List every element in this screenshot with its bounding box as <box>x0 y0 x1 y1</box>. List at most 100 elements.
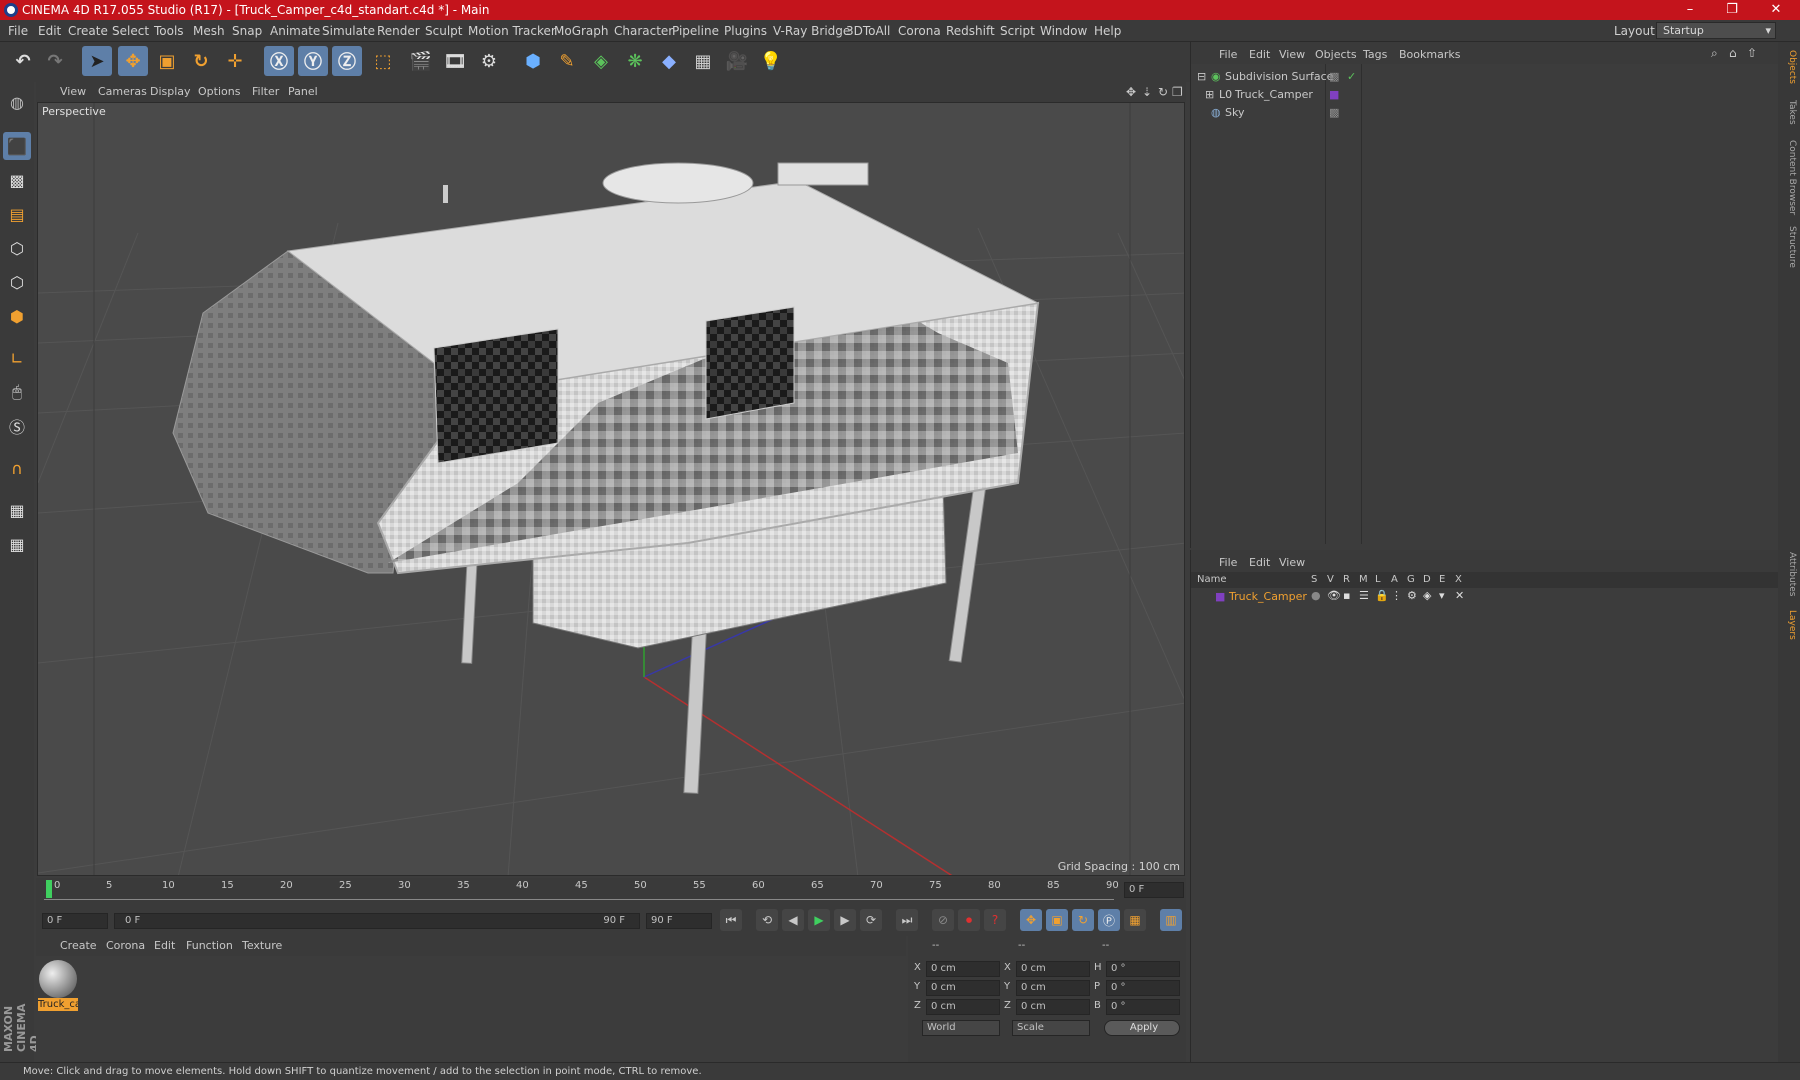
viewport-rotate-icon[interactable]: ↻ <box>1158 85 1168 99</box>
scale-tool-icon[interactable]: ▣ <box>152 46 182 76</box>
menu-corona[interactable]: Corona <box>898 24 941 38</box>
material-menu-edit[interactable]: Edit <box>154 939 175 952</box>
layout-dropdown[interactable]: Startup ▾ <box>1656 22 1776 39</box>
viewport-zoom-icon[interactable]: ⇣ <box>1142 85 1152 99</box>
redo-icon[interactable]: ↷ <box>40 46 70 76</box>
menu-file[interactable]: File <box>8 24 28 38</box>
object-row-subdivision-surface[interactable]: ⊟ ◉ Subdivision Surface ▩ ✓ <box>1191 68 1779 86</box>
menu-character[interactable]: Character <box>614 24 673 38</box>
menu-render[interactable]: Render <box>377 24 420 38</box>
current-frame-field[interactable]: 0 F <box>1124 882 1184 898</box>
floor-icon[interactable]: ▦ <box>688 46 718 76</box>
cloner-icon[interactable]: ❋ <box>620 46 650 76</box>
render-settings-icon[interactable]: ⚙ <box>474 46 504 76</box>
enabled-check-icon[interactable]: ✓ <box>1347 68 1356 86</box>
axis-mode-icon[interactable]: ∟ <box>3 344 31 372</box>
menu-tools[interactable]: Tools <box>154 24 184 38</box>
expressions-icon[interactable]: ▾ <box>1439 589 1445 602</box>
start-frame-field[interactable]: 0 F <box>42 913 108 929</box>
collapse-icon[interactable]: ⊟ <box>1197 68 1206 86</box>
z-axis-icon[interactable]: Ⓩ <box>332 46 362 76</box>
previous-frame-icon[interactable]: ◀ <box>782 909 804 931</box>
play-icon[interactable]: ▶ <box>808 909 830 931</box>
size-z-field[interactable]: 0 cm <box>1016 999 1090 1015</box>
rotation-b-field[interactable]: 0 ° <box>1106 999 1180 1015</box>
search-icon[interactable]: ⌕ <box>1711 46 1718 61</box>
layer-color-swatch[interactable]: ■ <box>1215 590 1225 603</box>
tab-structure[interactable]: Structure <box>1781 226 1797 268</box>
key-rotation-icon[interactable]: ↻ <box>1072 909 1094 931</box>
x-axis-icon[interactable]: Ⓧ <box>264 46 294 76</box>
tab-content-browser[interactable]: Content Browser <box>1781 140 1797 215</box>
visible-icon[interactable]: 👁 <box>1327 589 1341 602</box>
position-y-field[interactable]: 0 cm <box>926 980 1000 996</box>
layer-swatch[interactable]: ▩ <box>1329 104 1339 122</box>
object-row-truck-camper[interactable]: ⊞ L0 Truck_Camper ■ <box>1191 86 1779 104</box>
position-x-field[interactable]: 0 cm <box>926 961 1000 977</box>
next-key-icon[interactable]: ⟳ <box>860 909 882 931</box>
viewport-menu-display[interactable]: Display <box>150 85 191 98</box>
go-to-start-icon[interactable]: ⏮ <box>720 909 742 931</box>
object-name[interactable]: Subdivision Surface <box>1225 68 1333 86</box>
layers-menu-edit[interactable]: Edit <box>1249 556 1270 569</box>
objects-menu-file[interactable]: File <box>1219 48 1237 61</box>
viewport-menu-panel[interactable]: Panel <box>288 85 318 98</box>
deformer-icon[interactable]: ◆ <box>654 46 684 76</box>
menu-redshift[interactable]: Redshift <box>946 24 995 38</box>
menu-create[interactable]: Create <box>68 24 108 38</box>
menu-vray-bridge[interactable]: V-Ray Bridge <box>773 24 850 38</box>
make-editable-icon[interactable]: ◍ <box>3 88 31 116</box>
transform-tool-icon[interactable]: ✛ <box>220 46 250 76</box>
tab-objects[interactable]: Objects <box>1781 50 1797 84</box>
menu-sculpt[interactable]: Sculpt <box>425 24 462 38</box>
menu-animate[interactable]: Animate <box>270 24 320 38</box>
menu-select[interactable]: Select <box>112 24 149 38</box>
tab-layers[interactable]: Layers <box>1781 610 1797 640</box>
manager-icon[interactable]: ☰ <box>1359 589 1369 602</box>
layer-row[interactable]: ■ Truck_Camper ● 👁 ▪ ☰ 🔒 ⋮ ⚙ ◈ ▾ ✕ <box>1191 588 1779 606</box>
go-to-end-icon[interactable]: ⏭ <box>896 909 918 931</box>
size-x-field[interactable]: 0 cm <box>1016 961 1090 977</box>
material-menu-create[interactable]: Create <box>60 939 97 952</box>
render-picture-viewer-icon[interactable]: 🎞 <box>440 46 470 76</box>
xref-icon[interactable]: ✕ <box>1455 589 1464 602</box>
autokey-icon[interactable]: ⏺ <box>958 909 980 931</box>
magnet-icon[interactable]: ∩ <box>3 454 31 482</box>
layer-swatch[interactable]: ▩ <box>1329 68 1339 86</box>
menu-plugins[interactable]: Plugins <box>724 24 767 38</box>
material-menu-function[interactable]: Function <box>186 939 233 952</box>
render-icon[interactable]: ▪ <box>1343 589 1350 602</box>
polygons-mode-icon[interactable]: ⬢ <box>3 302 31 330</box>
objects-menu-objects[interactable]: Objects <box>1315 48 1357 61</box>
viewport-menu-options[interactable]: Options <box>198 85 240 98</box>
y-axis-icon[interactable]: Ⓨ <box>298 46 328 76</box>
key-pla-icon[interactable]: ▦ <box>1124 909 1146 931</box>
rotation-p-field[interactable]: 0 ° <box>1106 980 1180 996</box>
record-keys-icon[interactable]: ⊘ <box>932 909 954 931</box>
timeline-window-icon[interactable]: ▥ <box>1160 909 1182 931</box>
next-frame-icon[interactable]: ▶ <box>834 909 856 931</box>
apply-button[interactable]: Apply <box>1104 1020 1180 1036</box>
menu-3dtoall[interactable]: 3DToAll <box>846 24 890 38</box>
undo-icon[interactable]: ↶ <box>8 46 38 76</box>
camera-icon[interactable]: 🎥 <box>722 46 752 76</box>
move-tool-icon[interactable]: ✥ <box>118 46 148 76</box>
minimize-button[interactable]: – <box>1670 1 1710 19</box>
menu-mesh[interactable]: Mesh <box>193 24 225 38</box>
viewport-menu-cameras[interactable]: Cameras <box>98 85 147 98</box>
size-y-field[interactable]: 0 cm <box>1016 980 1090 996</box>
menu-mograph[interactable]: MoGraph <box>554 24 609 38</box>
rotate-tool-icon[interactable]: ↻ <box>186 46 216 76</box>
viewport-menu-filter[interactable]: Filter <box>252 85 279 98</box>
viewport-menu-view[interactable]: View <box>60 85 86 98</box>
objects-menu-edit[interactable]: Edit <box>1249 48 1270 61</box>
objects-menu-view[interactable]: View <box>1279 48 1305 61</box>
key-position-icon[interactable]: ✥ <box>1020 909 1042 931</box>
layer-swatch[interactable]: ■ <box>1329 86 1339 104</box>
tweak-mode-icon[interactable]: 🖱 <box>3 378 31 406</box>
lock-workplane-icon[interactable]: ▦ <box>3 496 31 524</box>
tab-takes[interactable]: Takes <box>1781 100 1797 125</box>
object-name[interactable]: Truck_Camper <box>1235 86 1313 104</box>
layer-name[interactable]: Truck_Camper <box>1229 590 1307 603</box>
maximize-button[interactable]: ❐ <box>1712 1 1752 19</box>
